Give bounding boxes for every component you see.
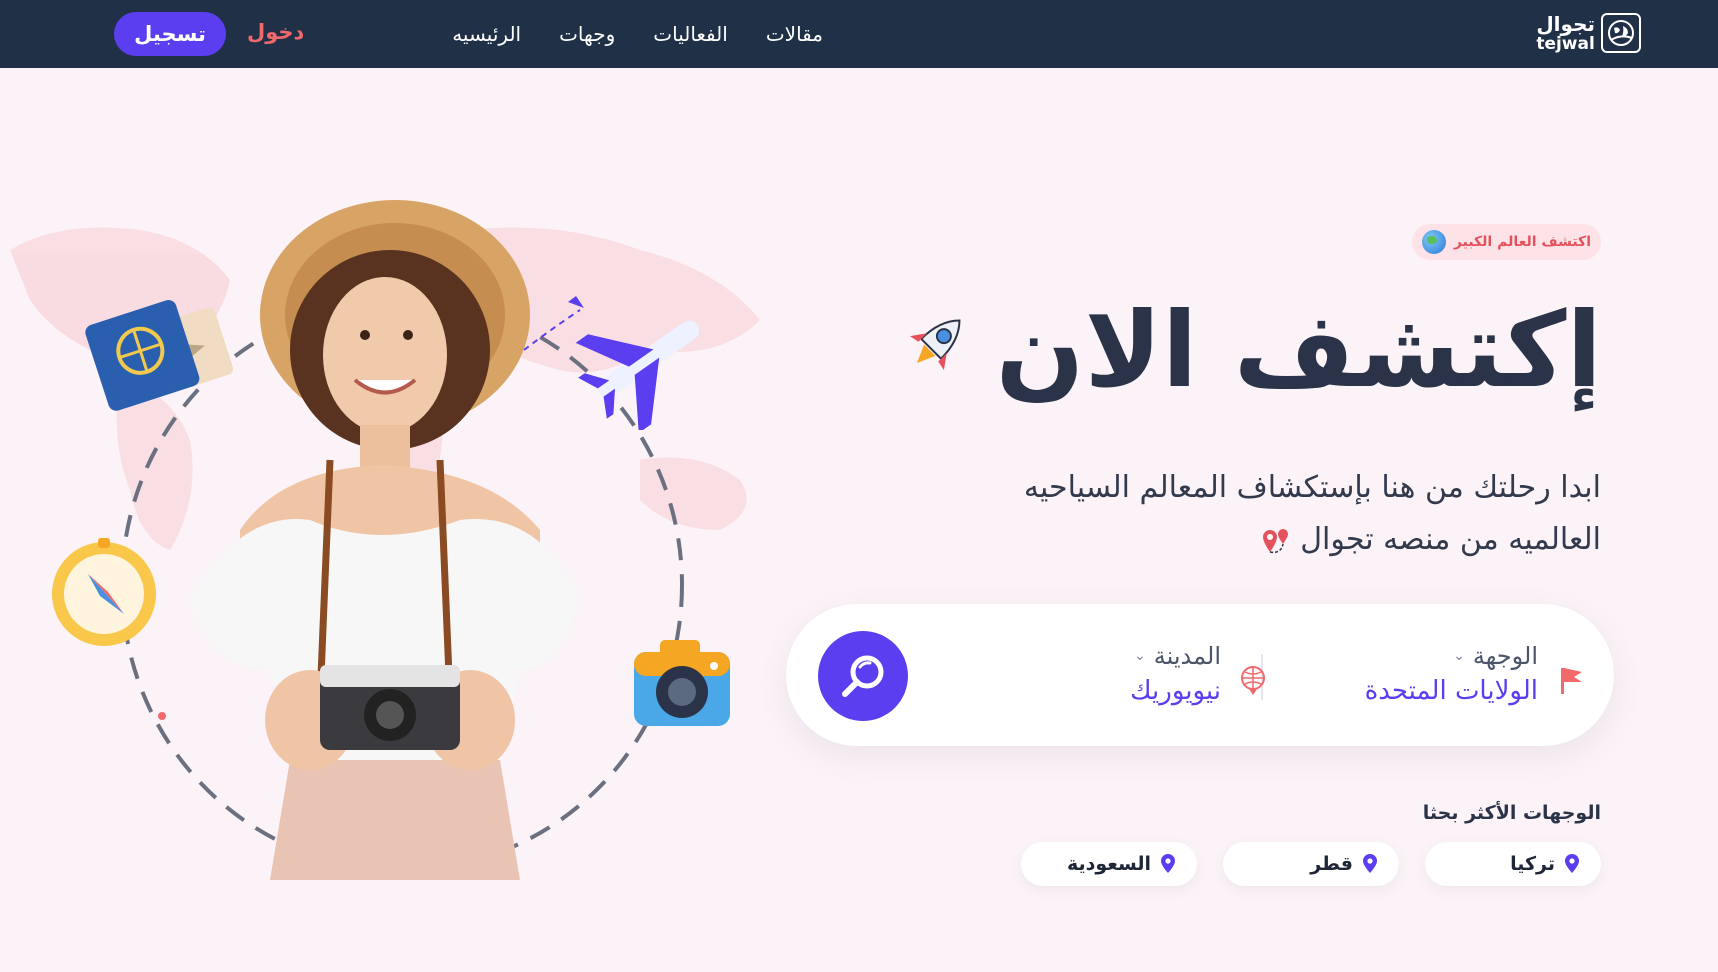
nav-events[interactable]: الفعاليات [653,22,728,46]
chip-label: قطر [1310,853,1353,875]
destination-label: الوجهة [1472,642,1538,670]
logo[interactable]: تجوال tejwal [1536,13,1641,53]
airplane-icon [523,296,700,430]
destination-value: الولايات المتحدة [1364,676,1538,706]
badge-text: اكتشف العالم الكبير [1453,234,1591,250]
navbar: تجوال tejwal الرئيسيه وجهات الفعاليات مق… [0,0,1718,68]
chevron-down-icon: ⌄ [1453,648,1465,664]
passport-icon [85,300,234,411]
hero-title: إكتشف الان [995,289,1602,411]
city-label: المدينة [1153,642,1221,670]
camera-icon [634,640,730,726]
popular-destinations-title: الوجهات الأكثر بحثا [1422,802,1601,824]
logo-arabic: تجوال [1536,11,1595,36]
hero-subtitle-line2: العالميه من منصه تجوال [1300,522,1601,557]
hero-subtitle-line1: ابدا رحلتك من هنا بإستكشاف المعالم السيا… [1023,470,1601,505]
city-label-row: المدينة ⌄ [1001,642,1221,670]
explore-badge: اكتشف العالم الكبير [1411,224,1601,260]
search-icon [842,655,884,697]
nav-articles[interactable]: مقالات [766,22,823,46]
logo-globe-icon [1601,13,1641,53]
chip-label: السعودية [1066,853,1151,875]
chip-label: تركيا [1510,853,1555,875]
location-pin-icon [1161,854,1175,873]
nav-home[interactable]: الرئيسيه [452,22,521,46]
search-button[interactable] [818,631,908,721]
destination-label-row: الوجهة ⌄ [1268,642,1538,670]
location-pin-icon [1565,854,1579,873]
location-pin-icon [1363,854,1377,873]
logo-text: تجوال tejwal [1536,14,1595,53]
login-link[interactable]: دخول [247,20,304,44]
location-globe-icon [1241,666,1265,695]
city-select[interactable]: المدينة ⌄ نيويوريك [1001,642,1265,712]
flag-icon [1561,668,1582,694]
popular-chip-turkey[interactable]: تركيا [1425,842,1601,886]
hero-subtitle: ابدا رحلتك من هنا بإستكشاف المعالم السيا… [901,462,1601,566]
globe-icon [1421,230,1446,254]
popular-destinations-list: تركيا قطر السعودية [1021,842,1601,886]
logo-english: tejwal [1536,33,1595,54]
signup-button[interactable]: تسجيل [114,12,226,56]
popular-chip-qatar[interactable]: قطر [1223,842,1399,886]
nav-destinations[interactable]: وجهات [559,22,615,46]
map-pin-icon [1262,528,1288,553]
destination-select[interactable]: الوجهة ⌄ الولايات المتحدة [1268,642,1582,712]
search-card: الوجهة ⌄ الولايات المتحدة المدينة ⌄ نيوي… [786,604,1614,746]
decorative-dot [158,712,166,720]
city-value: نيويوريك [1130,676,1221,706]
popular-chip-saudi[interactable]: السعودية [1021,842,1197,886]
main-nav: الرئيسيه وجهات الفعاليات مقالات [452,22,823,46]
compass-icon [52,538,156,646]
rocket-icon [909,319,961,371]
chevron-down-icon: ⌄ [1134,648,1146,664]
